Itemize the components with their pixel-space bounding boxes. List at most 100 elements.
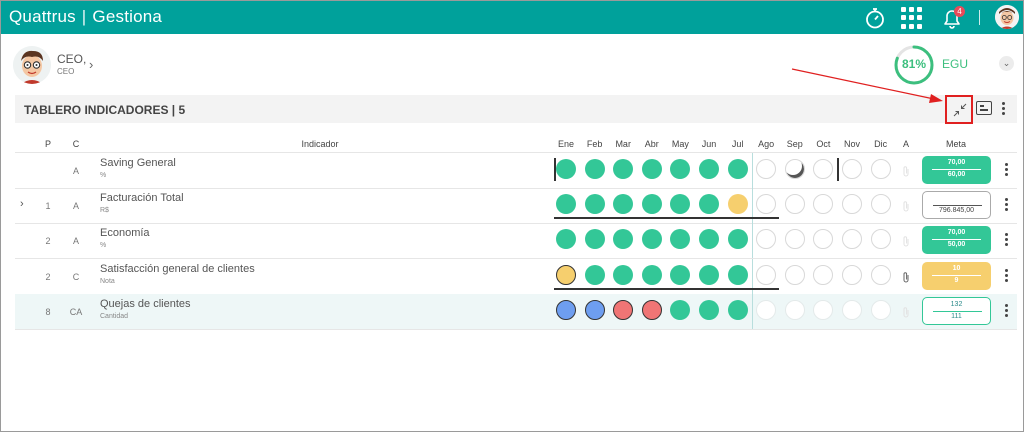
table-row: 8 CA Quejas de clientes Cantidad 132 111 [15, 294, 1017, 329]
bell-icon[interactable]: 4 [939, 5, 965, 31]
stopwatch-icon[interactable] [862, 5, 888, 31]
col-header-month: Nov [843, 139, 860, 149]
status-dot[interactable] [813, 300, 834, 320]
kebab-menu-icon[interactable] [999, 100, 1009, 118]
status-dot[interactable] [727, 265, 748, 285]
status-dot[interactable] [842, 194, 862, 214]
row-kebab-menu-icon[interactable] [1002, 163, 1012, 177]
indicator-name[interactable]: Satisfacción general de clientes [100, 263, 255, 275]
meta-badge[interactable]: 70,00 60,00 [922, 156, 991, 184]
status-dot[interactable] [699, 265, 719, 285]
status-dot[interactable] [584, 194, 605, 214]
status-dot[interactable] [613, 159, 634, 179]
col-header-month: Dic [874, 139, 888, 149]
status-dot[interactable] [842, 159, 862, 179]
status-dot[interactable] [870, 300, 891, 320]
meta-badge[interactable]: 10 9 [922, 262, 991, 290]
status-dot[interactable] [756, 159, 777, 179]
status-dot[interactable] [556, 229, 576, 249]
row-kebab-menu-icon[interactable] [1002, 233, 1012, 247]
status-dot[interactable] [584, 265, 605, 285]
status-dot[interactable] [870, 229, 891, 249]
status-dot[interactable] [842, 265, 862, 285]
status-dot[interactable] [870, 265, 891, 285]
apps-grid-icon[interactable] [901, 7, 923, 29]
meta-badge[interactable]: 132 111 [922, 297, 991, 325]
row-kebab-menu-icon[interactable] [1002, 269, 1012, 283]
status-dot[interactable] [813, 194, 834, 214]
status-dot[interactable] [727, 159, 748, 179]
status-dot[interactable] [784, 265, 805, 285]
meta-badge[interactable]: 70,00 50,00 [922, 226, 991, 254]
status-dot[interactable] [784, 159, 805, 179]
status-dot[interactable] [670, 300, 691, 320]
period-separator [751, 294, 753, 329]
status-dot[interactable] [641, 194, 662, 214]
status-dot[interactable] [699, 159, 719, 179]
status-dot[interactable] [784, 300, 805, 320]
status-dot[interactable] [556, 194, 576, 214]
status-dot[interactable] [584, 159, 605, 179]
profile-avatar[interactable] [13, 46, 51, 84]
compress-icon[interactable] [945, 95, 973, 124]
paperclip-icon[interactable] [902, 270, 910, 283]
status-dot[interactable] [727, 229, 748, 249]
status-dot[interactable] [613, 265, 634, 285]
status-dot[interactable] [556, 265, 576, 285]
status-dot[interactable] [756, 229, 777, 249]
status-dot[interactable] [870, 194, 891, 214]
status-dot[interactable] [727, 194, 748, 214]
status-dot[interactable] [641, 265, 662, 285]
user-avatar[interactable] [995, 5, 1019, 29]
status-dot[interactable] [613, 194, 634, 214]
col-header-a: A [902, 139, 909, 149]
chevron-down-icon[interactable]: ⌄ [999, 56, 1014, 71]
status-dot[interactable] [784, 194, 805, 214]
status-dot[interactable] [556, 159, 576, 179]
meta-badge[interactable]: 796.845,00 [922, 191, 991, 219]
panel-title: TABLERO INDICADORES | 5 [24, 103, 186, 117]
indicator-name[interactable]: Economía [100, 227, 150, 239]
brand-separator: | [81, 7, 87, 26]
status-dot[interactable] [641, 229, 662, 249]
indicator-name[interactable]: Facturación Total [100, 192, 184, 204]
status-dot[interactable] [727, 300, 748, 320]
status-dot[interactable] [670, 265, 691, 285]
indicator-name[interactable]: Saving General [100, 157, 176, 169]
status-dot[interactable] [813, 229, 834, 249]
card-view-icon[interactable] [976, 101, 992, 115]
status-dot[interactable] [813, 159, 834, 179]
row-kebab-menu-icon[interactable] [1002, 304, 1012, 318]
status-dot[interactable] [584, 300, 605, 320]
status-dot[interactable] [699, 229, 719, 249]
col-header-month: Jun [701, 139, 717, 149]
user-chevron-icon[interactable]: › [89, 57, 93, 72]
status-dot[interactable] [784, 229, 805, 249]
app-brand[interactable]: Quattrus | Gestiona [9, 7, 162, 27]
brand-name: Quattrus [9, 7, 76, 26]
status-dot[interactable] [756, 265, 777, 285]
status-dot[interactable] [584, 229, 605, 249]
status-dot[interactable] [641, 300, 662, 320]
status-dot[interactable] [756, 300, 777, 320]
table-row: 2 C Satisfacción general de clientes Nota 10… [15, 259, 1017, 294]
status-dot[interactable] [613, 229, 634, 249]
status-dot[interactable] [813, 265, 834, 285]
expand-row-icon[interactable]: › [20, 198, 24, 210]
status-dot[interactable] [842, 300, 862, 320]
status-dot[interactable] [613, 300, 634, 320]
status-dot[interactable] [670, 229, 691, 249]
status-dot[interactable] [699, 194, 719, 214]
status-dot[interactable] [699, 300, 719, 320]
row-kebab-menu-icon[interactable] [1002, 198, 1012, 212]
status-dot[interactable] [842, 229, 862, 249]
meta-actual: 50,00 [947, 241, 966, 248]
status-dot[interactable] [670, 194, 691, 214]
paperclip-icon [902, 305, 910, 318]
status-dot[interactable] [670, 159, 691, 179]
status-dot[interactable] [756, 194, 777, 214]
status-dot[interactable] [870, 159, 891, 179]
indicator-name[interactable]: Quejas de clientes [100, 298, 191, 310]
status-dot[interactable] [641, 159, 662, 179]
status-dot[interactable] [556, 300, 576, 320]
